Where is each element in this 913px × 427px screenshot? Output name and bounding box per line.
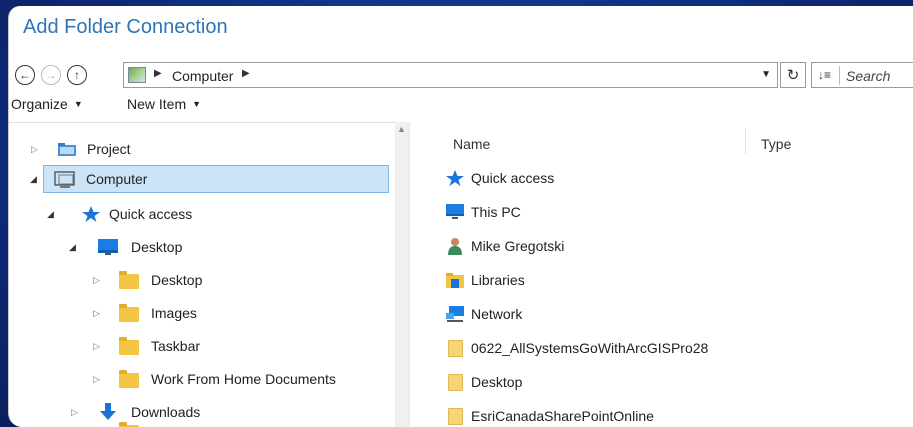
add-folder-connection-dialog: Add Folder Connection ← → ↑ ▶ Computer ▶… <box>8 6 913 427</box>
sort-icon[interactable]: ↓≡ <box>818 68 831 82</box>
list-item-label: Network <box>471 306 523 322</box>
column-separator[interactable] <box>745 128 746 154</box>
organize-label: Organize <box>11 96 68 112</box>
project-folder-icon <box>57 141 77 157</box>
navigation-tree: ▷ Project ◢ Computer ◢ Quick access ◢ De… <box>9 122 395 427</box>
list-item-this-pc[interactable]: This PC <box>445 198 521 226</box>
folder-icon <box>119 370 139 389</box>
list-item-user[interactable]: Mike Gregotski <box>445 232 564 260</box>
tree-item-label: Downloads <box>131 404 201 420</box>
up-button[interactable]: ↑ <box>67 65 87 85</box>
arrow-up-icon: ↑ <box>74 68 80 82</box>
chevron-right-icon[interactable]: ▷ <box>71 407 78 418</box>
tree-item-work-from-home-documents[interactable]: ▷ Work From Home Documents <box>9 365 389 393</box>
folder-icon <box>119 304 139 323</box>
address-dropdown-icon[interactable]: ▼ <box>761 69 771 80</box>
tree-item-label: Desktop <box>131 239 183 255</box>
list-item-label: 0622_AllSystemsGoWithArcGISPro28 <box>471 340 709 356</box>
network-icon <box>445 305 465 323</box>
tree-scrollbar[interactable]: ▲ <box>395 122 409 427</box>
monitor-icon <box>445 203 465 221</box>
download-icon <box>97 402 117 420</box>
forward-button[interactable]: → <box>41 65 61 85</box>
list-item-network[interactable]: Network <box>445 300 522 328</box>
breadcrumb-chevron-icon[interactable]: ▶ <box>154 68 162 79</box>
new-item-menu[interactable]: New Item ▼ <box>127 96 201 112</box>
back-button[interactable]: ← <box>15 65 35 85</box>
tree-item-label: Work From Home Documents <box>151 371 336 387</box>
tree-item-desktop[interactable]: ◢ Desktop <box>9 233 389 261</box>
user-icon <box>445 237 465 255</box>
tree-item-quick-access[interactable]: ◢ Quick access <box>9 200 389 228</box>
tree-item-label: Desktop <box>151 272 203 288</box>
tree-item-label: Project <box>87 141 131 157</box>
address-bar[interactable]: ▶ Computer ▶ ▼ <box>123 62 778 88</box>
search-placeholder: Search <box>846 68 891 84</box>
search-input[interactable]: ↓≡ Search <box>811 62 913 88</box>
column-header-name[interactable]: Name <box>453 136 490 152</box>
chevron-down-icon[interactable]: ◢ <box>69 242 76 253</box>
location-icon <box>128 67 146 83</box>
file-list: Name Type Quick access This PC Mike Greg… <box>415 122 913 427</box>
chevron-right-icon[interactable]: ▷ <box>31 144 38 155</box>
list-item-label: EsriCanadaSharePointOnline <box>471 408 654 424</box>
list-item-label: Libraries <box>471 272 525 288</box>
list-item-label: Desktop <box>471 374 523 390</box>
refresh-button[interactable]: ↻ <box>780 62 806 88</box>
libraries-icon <box>445 271 465 289</box>
caret-down-icon: ▼ <box>73 99 83 109</box>
chevron-right-icon[interactable]: ▷ <box>93 374 100 385</box>
new-item-label: New Item <box>127 96 187 112</box>
tree-item-label: Images <box>151 305 197 321</box>
address-row: ← → ↑ ▶ Computer ▶ ▼ ↻ ↓≡ Search <box>15 62 913 88</box>
tree-item-computer[interactable]: ◢ Computer <box>30 165 389 193</box>
address-path[interactable]: Computer <box>172 68 233 84</box>
tree-item-label: Quick access <box>109 206 193 222</box>
tree-item-taskbar[interactable]: ▷ Taskbar <box>9 332 389 360</box>
folder-icon <box>119 271 139 290</box>
list-item-quick-access[interactable]: Quick access <box>445 164 554 192</box>
chevron-down-icon[interactable]: ◢ <box>30 174 37 185</box>
list-item-label: This PC <box>471 204 521 220</box>
chevron-right-icon[interactable]: ▷ <box>93 341 100 352</box>
dialog-title: Add Folder Connection <box>23 16 228 38</box>
arrow-right-icon: → <box>45 68 57 82</box>
tree-item-downloads[interactable]: ▷ Downloads <box>9 398 389 426</box>
organize-menu[interactable]: Organize ▼ <box>11 96 83 112</box>
folder-icon <box>445 407 465 425</box>
pin-icon <box>81 205 101 222</box>
list-item-label: Mike Gregotski <box>471 238 565 254</box>
list-item-libraries[interactable]: Libraries <box>445 266 525 294</box>
folder-icon <box>119 337 139 356</box>
folder-icon <box>445 373 465 391</box>
tree-item-label: Computer <box>86 171 148 187</box>
scroll-up-icon[interactable]: ▲ <box>397 124 406 134</box>
arrow-left-icon: ← <box>19 68 31 82</box>
tree-item-desktop-folder[interactable]: ▷ Desktop <box>9 266 389 294</box>
computer-icon <box>54 171 75 188</box>
chevron-right-icon[interactable]: ▷ <box>93 275 100 286</box>
caret-down-icon: ▼ <box>192 99 202 109</box>
tree-item-label: Taskbar <box>151 338 201 354</box>
column-header-type[interactable]: Type <box>761 136 791 152</box>
refresh-icon: ↻ <box>786 67 800 84</box>
tree-item-images[interactable]: ▷ Images <box>9 299 389 327</box>
folder-icon <box>445 339 465 357</box>
list-item-folder-esricanada[interactable]: EsriCanadaSharePointOnline <box>445 402 654 427</box>
chevron-down-icon[interactable]: ◢ <box>47 209 54 220</box>
list-item-label: Quick access <box>471 170 555 186</box>
desktop-icon <box>97 238 118 255</box>
breadcrumb-chevron-icon[interactable]: ▶ <box>242 68 250 79</box>
chevron-right-icon[interactable]: ▷ <box>93 308 100 319</box>
pin-icon <box>445 169 465 187</box>
list-item-folder-desktop[interactable]: Desktop <box>445 368 522 396</box>
tree-item-project[interactable]: ▷ Project <box>9 135 389 163</box>
list-item-folder-0622[interactable]: 0622_AllSystemsGoWithArcGISPro28 <box>445 334 708 362</box>
